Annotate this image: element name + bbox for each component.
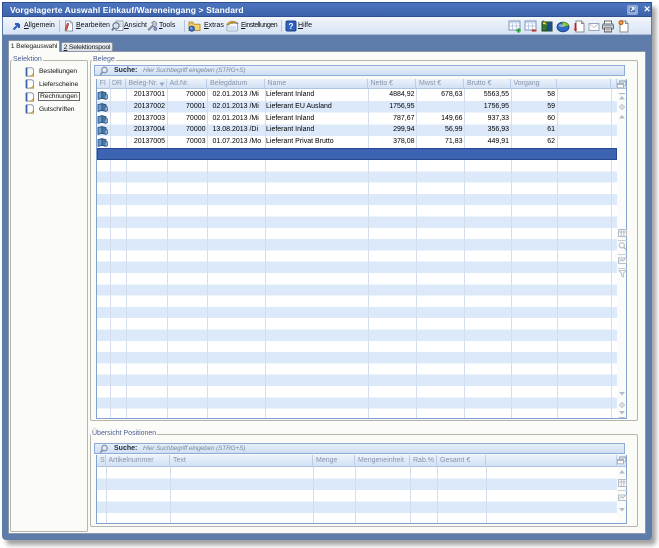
svg-text:?: ? [289,22,294,31]
